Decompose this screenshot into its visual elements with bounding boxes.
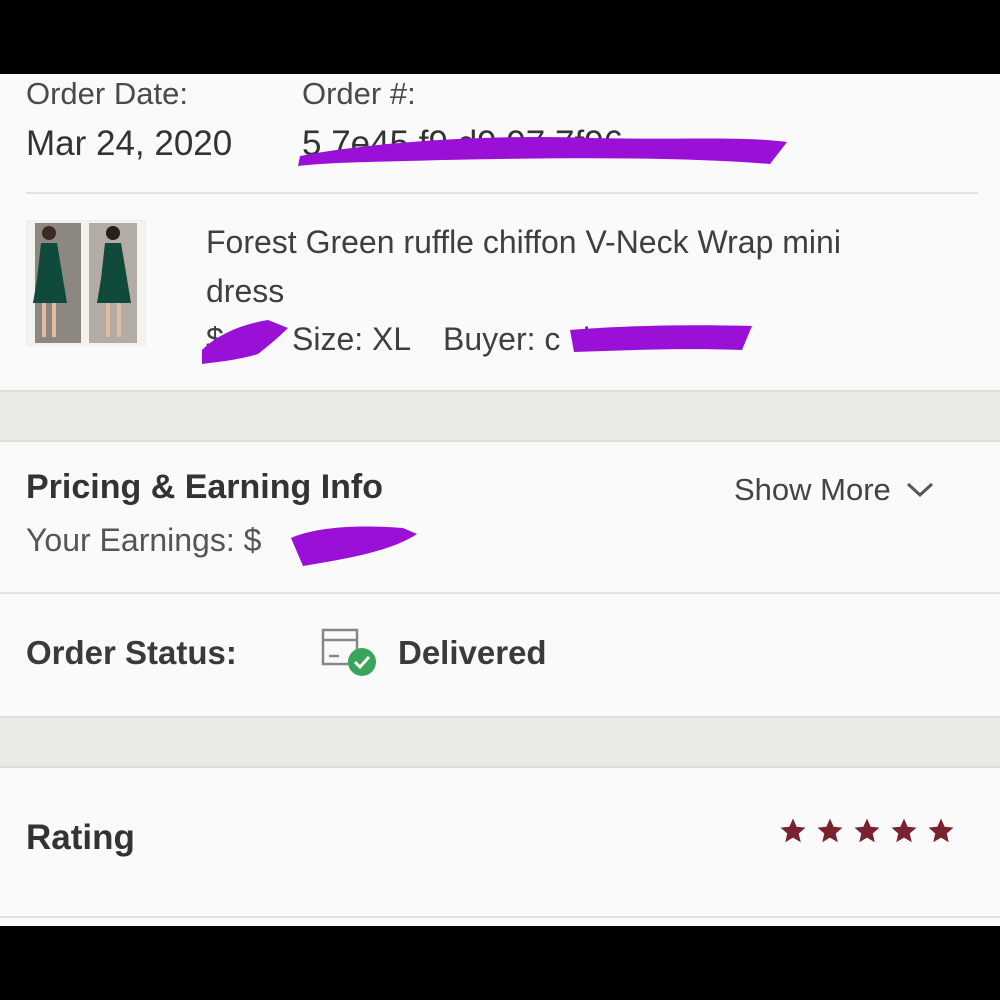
show-more-button[interactable]: Show More [734, 472, 935, 508]
section-separator-2 [0, 716, 1000, 768]
delivered-box-icon [321, 628, 376, 676]
star-icon [815, 816, 845, 846]
section-separator [0, 390, 1000, 442]
star-icon [889, 816, 919, 846]
order-date-label: Order Date: [26, 76, 188, 111]
show-more-label: Show More [734, 472, 891, 507]
chevron-down-icon [906, 482, 933, 498]
star-icon [778, 816, 808, 846]
product-thumbnail[interactable] [26, 220, 146, 346]
star-icon [852, 816, 882, 846]
order-number-label: Order #: [302, 76, 416, 111]
rating-label: Rating [26, 818, 135, 857]
earnings-redaction [291, 526, 417, 566]
item-title-line1[interactable]: Forest Green ruffle chiffon V-Neck Wrap … [206, 224, 841, 261]
order-details-screen: Order Date: Mar 24, 2020 Order #: 5 7e45… [0, 74, 1000, 926]
buyer-redaction [570, 325, 752, 352]
item-title-line2[interactable]: dress [206, 273, 284, 310]
order-number-redaction [298, 136, 787, 166]
item-size: Size: XL [292, 321, 412, 357]
rating-section: Rating [0, 768, 1000, 918]
star-icon [926, 816, 956, 846]
order-date-value: Mar 24, 2020 [26, 124, 233, 163]
bottom-divider [0, 916, 1000, 918]
price-redaction [202, 320, 288, 364]
pricing-title: Pricing & Earning Info [26, 468, 384, 506]
item-buyer-label: Buyer: c [443, 321, 561, 357]
order-status-label: Order Status: [26, 634, 237, 671]
rating-stars [771, 816, 956, 846]
order-status-value: Delivered [398, 634, 547, 671]
header-divider [26, 192, 978, 194]
earnings-label: Your Earnings: $ [26, 522, 262, 558]
dress-photo-icon [27, 221, 145, 345]
order-status-section: Order Status: Delivered [0, 594, 1000, 714]
pricing-section: Pricing & Earning Info Show More Your Ea… [0, 442, 1000, 592]
